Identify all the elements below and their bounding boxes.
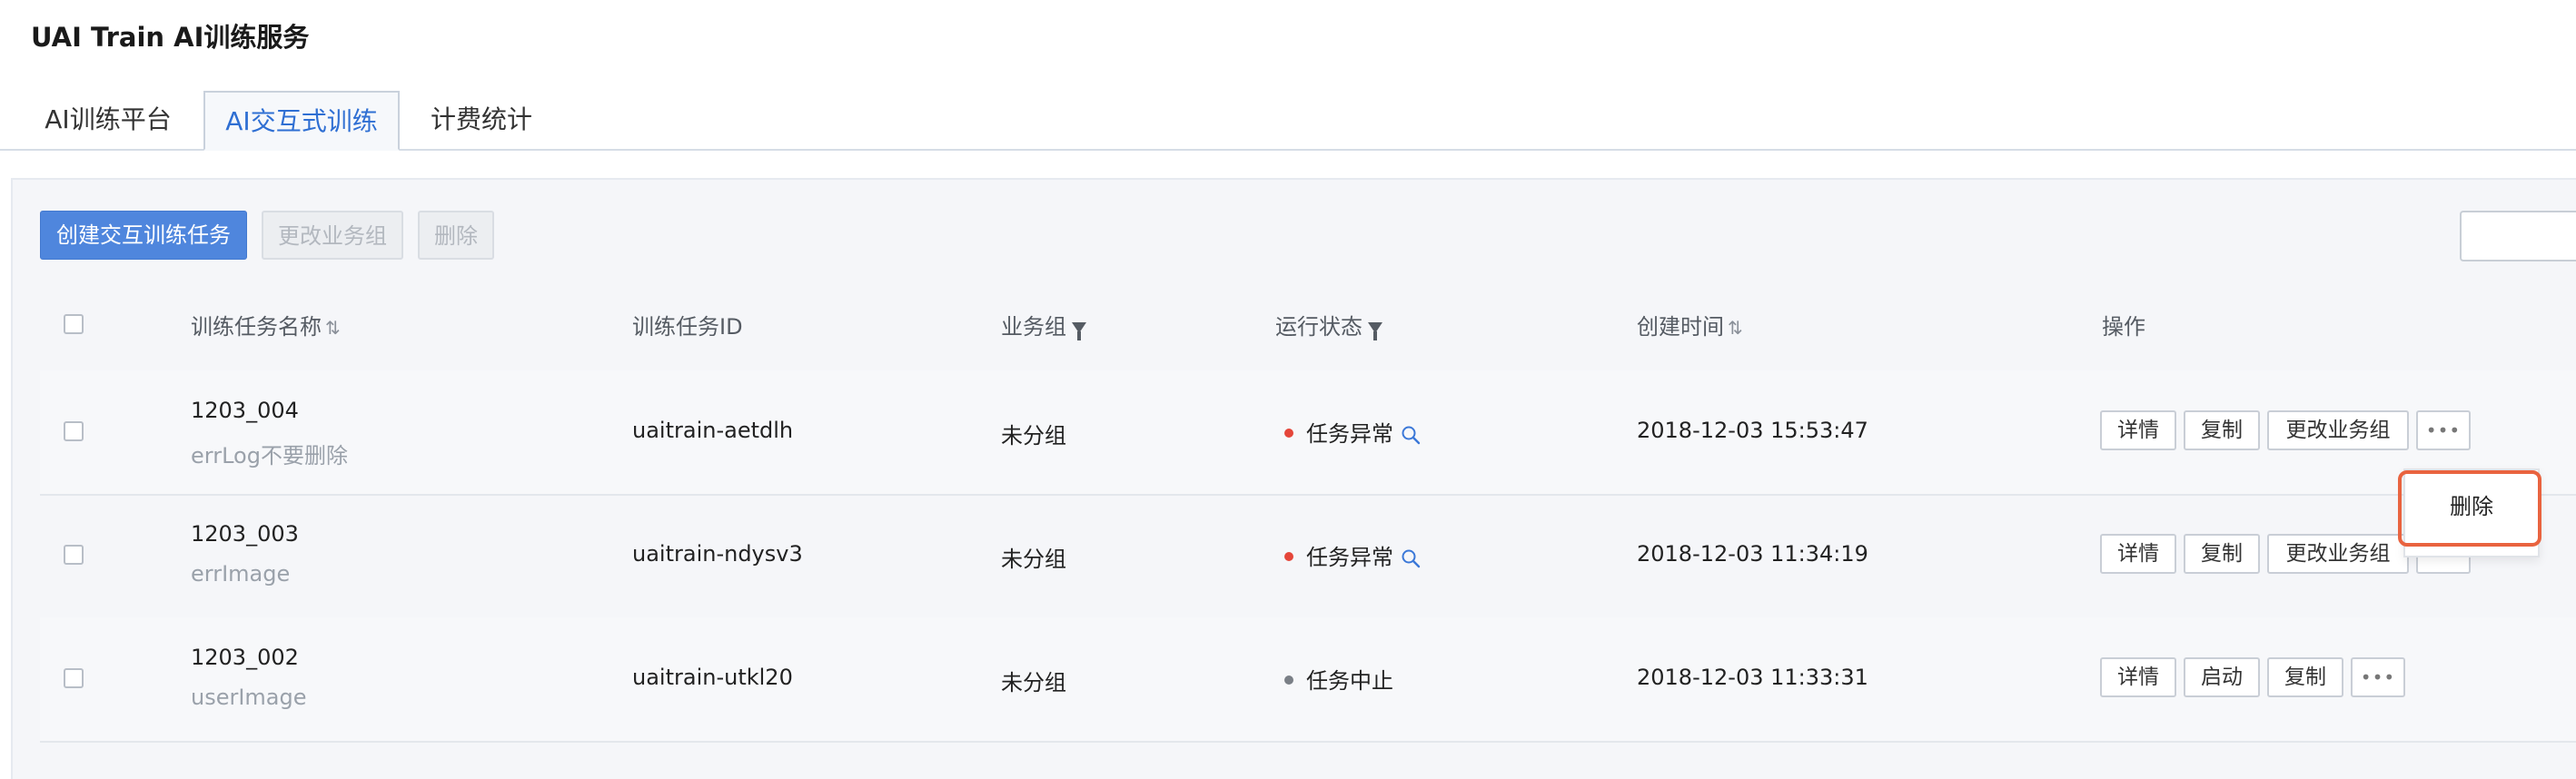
create-interactive-task-button[interactable]: 创建交互训练任务 xyxy=(40,211,247,260)
status-label: 任务异常 xyxy=(1306,421,1393,447)
change-group-button[interactable]: 更改业务组 xyxy=(262,211,403,260)
task-description: errLog不要删除 xyxy=(191,443,348,468)
change-group-button[interactable]: 更改业务组 xyxy=(2267,410,2409,450)
status-label: 任务异常 xyxy=(1306,545,1393,570)
task-id: uaitrain-ndysv3 xyxy=(632,541,803,567)
task-status: 任务异常 xyxy=(1284,539,1421,571)
copy-button[interactable]: 复制 xyxy=(2267,657,2343,697)
created-time: 2018-12-03 15:53:47 xyxy=(1637,418,1868,443)
header-created-time-label: 创建时间 xyxy=(1637,314,1724,340)
created-time: 2018-12-03 11:34:19 xyxy=(1637,541,1868,567)
task-group: 未分组 xyxy=(1001,547,1066,572)
row-checkbox[interactable] xyxy=(64,668,84,688)
menu-item-delete[interactable]: 删除 xyxy=(2405,488,2538,520)
page-title: UAI Train AI训练服务 xyxy=(31,22,310,53)
task-name[interactable]: 1203_002 xyxy=(191,645,299,670)
header-group-label: 业务组 xyxy=(1001,314,1066,340)
task-description: errImage xyxy=(191,561,291,587)
task-status: 任务中止 xyxy=(1284,663,1393,695)
header-task-name-label: 训练任务名称 xyxy=(191,314,322,340)
task-group: 未分组 xyxy=(1001,670,1066,695)
header-task-name[interactable]: 训练任务名称 ⇅ xyxy=(191,309,341,340)
sort-icon[interactable]: ⇅ xyxy=(1728,317,1743,339)
tab-bar: AI训练平台 AI交互式训练 计费统计 xyxy=(0,91,2576,151)
status-dot xyxy=(1284,552,1293,561)
tab-ai-training-platform[interactable]: AI训练平台 xyxy=(31,91,185,149)
table-row: 1203_004 errLog不要删除 uaitrain-aetdlh 未分组 … xyxy=(40,370,2576,496)
created-time: 2018-12-03 11:33:31 xyxy=(1637,665,1868,690)
table-header: 训练任务名称 ⇅ 训练任务ID 业务组 运行状态 创建时间 ⇅ 操作 xyxy=(40,276,2576,372)
task-id: uaitrain-utkl20 xyxy=(632,665,793,690)
header-status-label: 运行状态 xyxy=(1275,314,1362,340)
delete-button[interactable]: 删除 xyxy=(418,211,494,260)
detail-button[interactable]: 详情 xyxy=(2100,534,2176,574)
task-name[interactable]: 1203_003 xyxy=(191,521,299,547)
sort-icon[interactable]: ⇅ xyxy=(325,317,341,339)
filter-icon[interactable] xyxy=(1368,322,1382,340)
detail-button[interactable]: 详情 xyxy=(2100,410,2176,450)
select-all-checkbox[interactable] xyxy=(64,314,84,334)
row-checkbox[interactable] xyxy=(64,421,84,441)
filter-icon[interactable] xyxy=(1072,322,1086,340)
header-operations: 操作 xyxy=(2102,314,2145,340)
row-checkbox[interactable] xyxy=(64,545,84,565)
search-icon[interactable] xyxy=(1401,548,1421,568)
header-status[interactable]: 运行状态 xyxy=(1275,309,1382,340)
tab-ai-interactive-training[interactable]: AI交互式训练 xyxy=(203,91,400,151)
task-description: userImage xyxy=(191,685,307,710)
more-icon[interactable]: ••• xyxy=(2351,657,2405,697)
header-group[interactable]: 业务组 xyxy=(1001,309,1086,340)
search-icon[interactable] xyxy=(1401,425,1421,445)
table-row: 1203_003 errImage uaitrain-ndysv3 未分组 任务… xyxy=(40,494,2576,619)
copy-button[interactable]: 复制 xyxy=(2184,534,2260,574)
status-dot xyxy=(1284,675,1293,685)
start-button[interactable]: 启动 xyxy=(2184,657,2260,697)
task-status: 任务异常 xyxy=(1284,416,1421,448)
status-dot xyxy=(1284,429,1293,438)
more-icon[interactable]: ••• xyxy=(2416,410,2471,450)
search-input[interactable] xyxy=(2460,211,2576,261)
task-id: uaitrain-aetdlh xyxy=(632,418,794,443)
header-task-id: 训练任务ID xyxy=(632,314,743,340)
detail-button[interactable]: 详情 xyxy=(2100,657,2176,697)
copy-button[interactable]: 复制 xyxy=(2184,410,2260,450)
header-created-time[interactable]: 创建时间 ⇅ xyxy=(1637,309,1743,340)
task-group: 未分组 xyxy=(1001,423,1066,449)
more-actions-menu: 删除 xyxy=(2403,468,2540,557)
tab-billing-stats[interactable]: 计费统计 xyxy=(414,91,549,149)
status-label: 任务中止 xyxy=(1306,668,1393,694)
task-name[interactable]: 1203_004 xyxy=(191,398,299,423)
change-group-button[interactable]: 更改业务组 xyxy=(2267,534,2409,574)
table-row: 1203_002 userImage uaitrain-utkl20 未分组 任… xyxy=(40,617,2576,743)
